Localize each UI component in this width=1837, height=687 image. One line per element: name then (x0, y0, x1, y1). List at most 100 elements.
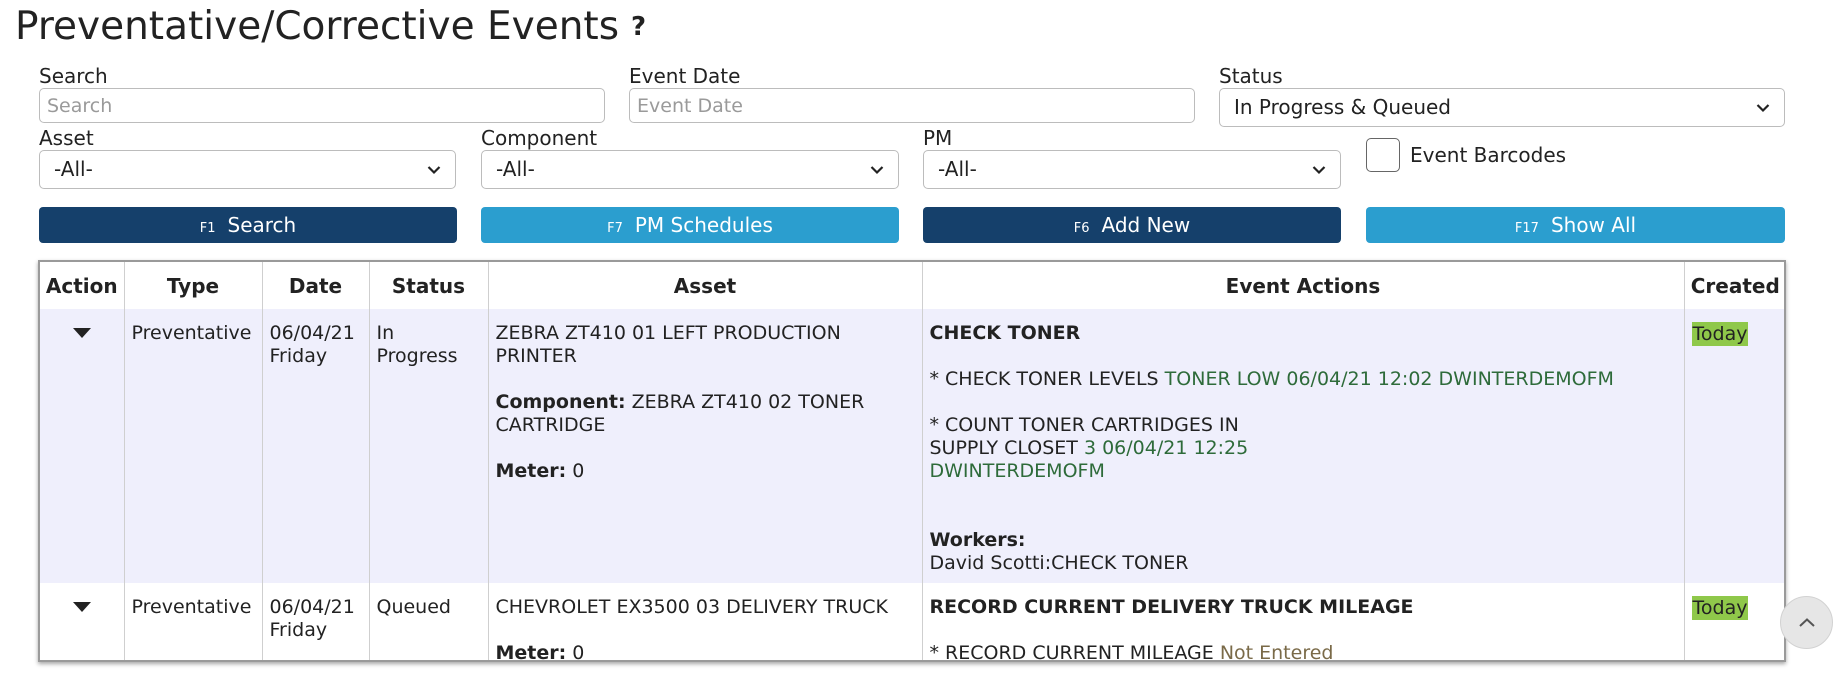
meter-label: Meter: (495, 460, 567, 482)
event-action-item: * RECORD CURRENT MILEAGE Not Entered (929, 642, 1677, 662)
search-field: Search (39, 64, 605, 123)
search-hotkey: F1 (199, 220, 216, 236)
asset-cell: CHEVROLET EX3500 03 DELIVERY TRUCK Meter… (488, 583, 923, 662)
event-title: CHECK TONER (929, 322, 1081, 344)
event-action-result: TONER LOW 06/04/21 12:02 DWINTERDEMOFM (1164, 368, 1614, 390)
page-title: Preventative/Corrective Events? (15, 4, 646, 49)
day-value: Friday (269, 345, 328, 367)
show-all-button-label: Show All (1550, 213, 1637, 237)
event-actions-cell: CHECK TONER * CHECK TONER LEVELS TONER L… (922, 309, 1685, 583)
event-action-item: * COUNT TONER CARTRIDGES IN SUPPLY CLOSE… (930, 414, 1290, 483)
asset-name[interactable]: ZEBRA ZT410 01 LEFT PRODUCTION PRINTER (496, 322, 915, 368)
asset-select-value: -All- (54, 157, 93, 181)
meter-label: Meter: (495, 642, 567, 662)
date-cell: 06/04/21 Friday (262, 583, 370, 660)
pm-select-value: -All- (938, 157, 977, 181)
show-all-hotkey: F17 (1514, 220, 1539, 236)
event-action-item: * CHECK TONER LEVELS TONER LOW 06/04/21 … (930, 368, 1677, 391)
search-button-label: Search (227, 213, 297, 237)
chevron-down-icon (1312, 166, 1326, 175)
meter-line: Meter: 0 (495, 642, 915, 662)
event-date-label: Event Date (629, 64, 741, 88)
pm-schedules-button-label: PM Schedules (634, 213, 773, 237)
created-badge: Today (1691, 596, 1749, 620)
search-input[interactable] (39, 88, 605, 123)
created-badge: Today (1691, 322, 1749, 346)
event-barcodes-checkbox[interactable] (1366, 138, 1400, 172)
column-header-date[interactable]: Date (262, 262, 370, 309)
event-action-text: * RECORD CURRENT MILEAGE (929, 642, 1214, 662)
pm-schedules-hotkey: F7 (607, 220, 623, 236)
date-value: 06/04/21 (269, 322, 355, 344)
component-label: Component: (495, 391, 626, 413)
asset-cell: ZEBRA ZT410 01 LEFT PRODUCTION PRINTER C… (488, 309, 923, 583)
workers-value: David Scotti:CHECK TONER (929, 552, 1189, 574)
status-cell: Queued (369, 583, 489, 660)
pm-schedules-button[interactable]: F7 PM Schedules (481, 207, 899, 243)
asset-select[interactable]: -All- (39, 150, 456, 189)
add-new-hotkey: F6 (1073, 220, 1090, 236)
asset-label: Asset (39, 126, 94, 150)
event-title: RECORD CURRENT DELIVERY TRUCK MILEAGE (929, 596, 1414, 618)
table-row[interactable]: Preventative 06/04/21 Friday Queued CHEV… (40, 583, 1784, 662)
search-button[interactable]: F1 Search (39, 207, 457, 243)
created-cell: Today (1684, 309, 1784, 583)
table-header-row: Action Type Date Status Asset Event Acti… (40, 262, 1784, 309)
search-label: Search (39, 64, 108, 88)
event-action-text: * CHECK TONER LEVELS (929, 368, 1159, 390)
event-action-result: Not Entered (1219, 642, 1334, 662)
component-line: Component: ZEBRA ZT410 02 TONER CARTRIDG… (496, 391, 915, 437)
event-barcodes-label: Event Barcodes (1410, 143, 1567, 167)
pm-label: PM (923, 126, 953, 150)
action-cell (40, 309, 125, 583)
event-date-input[interactable] (629, 88, 1195, 123)
pm-field: PM -All- (923, 126, 1341, 189)
component-select[interactable]: -All- (481, 150, 899, 189)
events-table: Action Type Date Status Asset Event Acti… (38, 260, 1786, 662)
meter-value: 0 (572, 460, 585, 482)
status-cell: In Progress (369, 309, 489, 583)
created-cell: Today (1684, 583, 1784, 660)
page-title-text: Preventative/Corrective Events (15, 4, 620, 49)
status-field: Status In Progress & Queued (1219, 64, 1785, 127)
meter-line: Meter: 0 (496, 460, 915, 483)
status-select-value: In Progress & Queued (1234, 95, 1451, 119)
scroll-to-top-button[interactable] (1780, 596, 1833, 649)
asset-name[interactable]: CHEVROLET EX3500 03 DELIVERY TRUCK (496, 596, 915, 619)
date-value: 06/04/21 (269, 596, 355, 618)
event-barcodes-toggle: Event Barcodes (1366, 137, 1566, 173)
workers-label: Workers: (929, 529, 1026, 551)
date-cell: 06/04/21 Friday (262, 309, 370, 583)
show-all-button[interactable]: F17 Show All (1366, 207, 1785, 243)
add-new-button[interactable]: F6 Add New (923, 207, 1341, 243)
status-select[interactable]: In Progress & Queued (1219, 88, 1785, 127)
column-header-status[interactable]: Status (369, 262, 489, 309)
add-new-button-label: Add New (1101, 213, 1191, 237)
pm-select[interactable]: -All- (923, 150, 1341, 189)
help-icon[interactable]: ? (631, 12, 646, 42)
chevron-up-icon (1798, 618, 1815, 627)
column-header-created[interactable]: Created (1684, 262, 1784, 309)
type-cell: Preventative (124, 583, 263, 660)
column-header-asset[interactable]: Asset (488, 262, 923, 309)
event-actions-cell: RECORD CURRENT DELIVERY TRUCK MILEAGE * … (922, 583, 1685, 662)
column-header-type[interactable]: Type (124, 262, 263, 309)
day-value: Friday (269, 619, 328, 641)
status-label: Status (1219, 64, 1283, 88)
action-cell (40, 583, 125, 660)
chevron-down-icon (1756, 104, 1770, 113)
table-row[interactable]: Preventative 06/04/21 Friday In Progress… (40, 309, 1784, 583)
component-field: Component -All- (481, 126, 899, 189)
component-select-value: -All- (496, 157, 535, 181)
meter-value: 0 (572, 642, 585, 662)
chevron-down-icon (427, 166, 441, 175)
type-cell: Preventative (124, 309, 263, 583)
asset-field: Asset -All- (39, 126, 456, 189)
component-label: Component (481, 126, 598, 150)
caret-down-icon[interactable] (72, 328, 91, 339)
event-date-field: Event Date (629, 64, 1195, 123)
column-header-action[interactable]: Action (40, 262, 125, 309)
caret-down-icon[interactable] (72, 602, 91, 613)
column-header-event-actions[interactable]: Event Actions (922, 262, 1685, 309)
chevron-down-icon (870, 166, 884, 175)
